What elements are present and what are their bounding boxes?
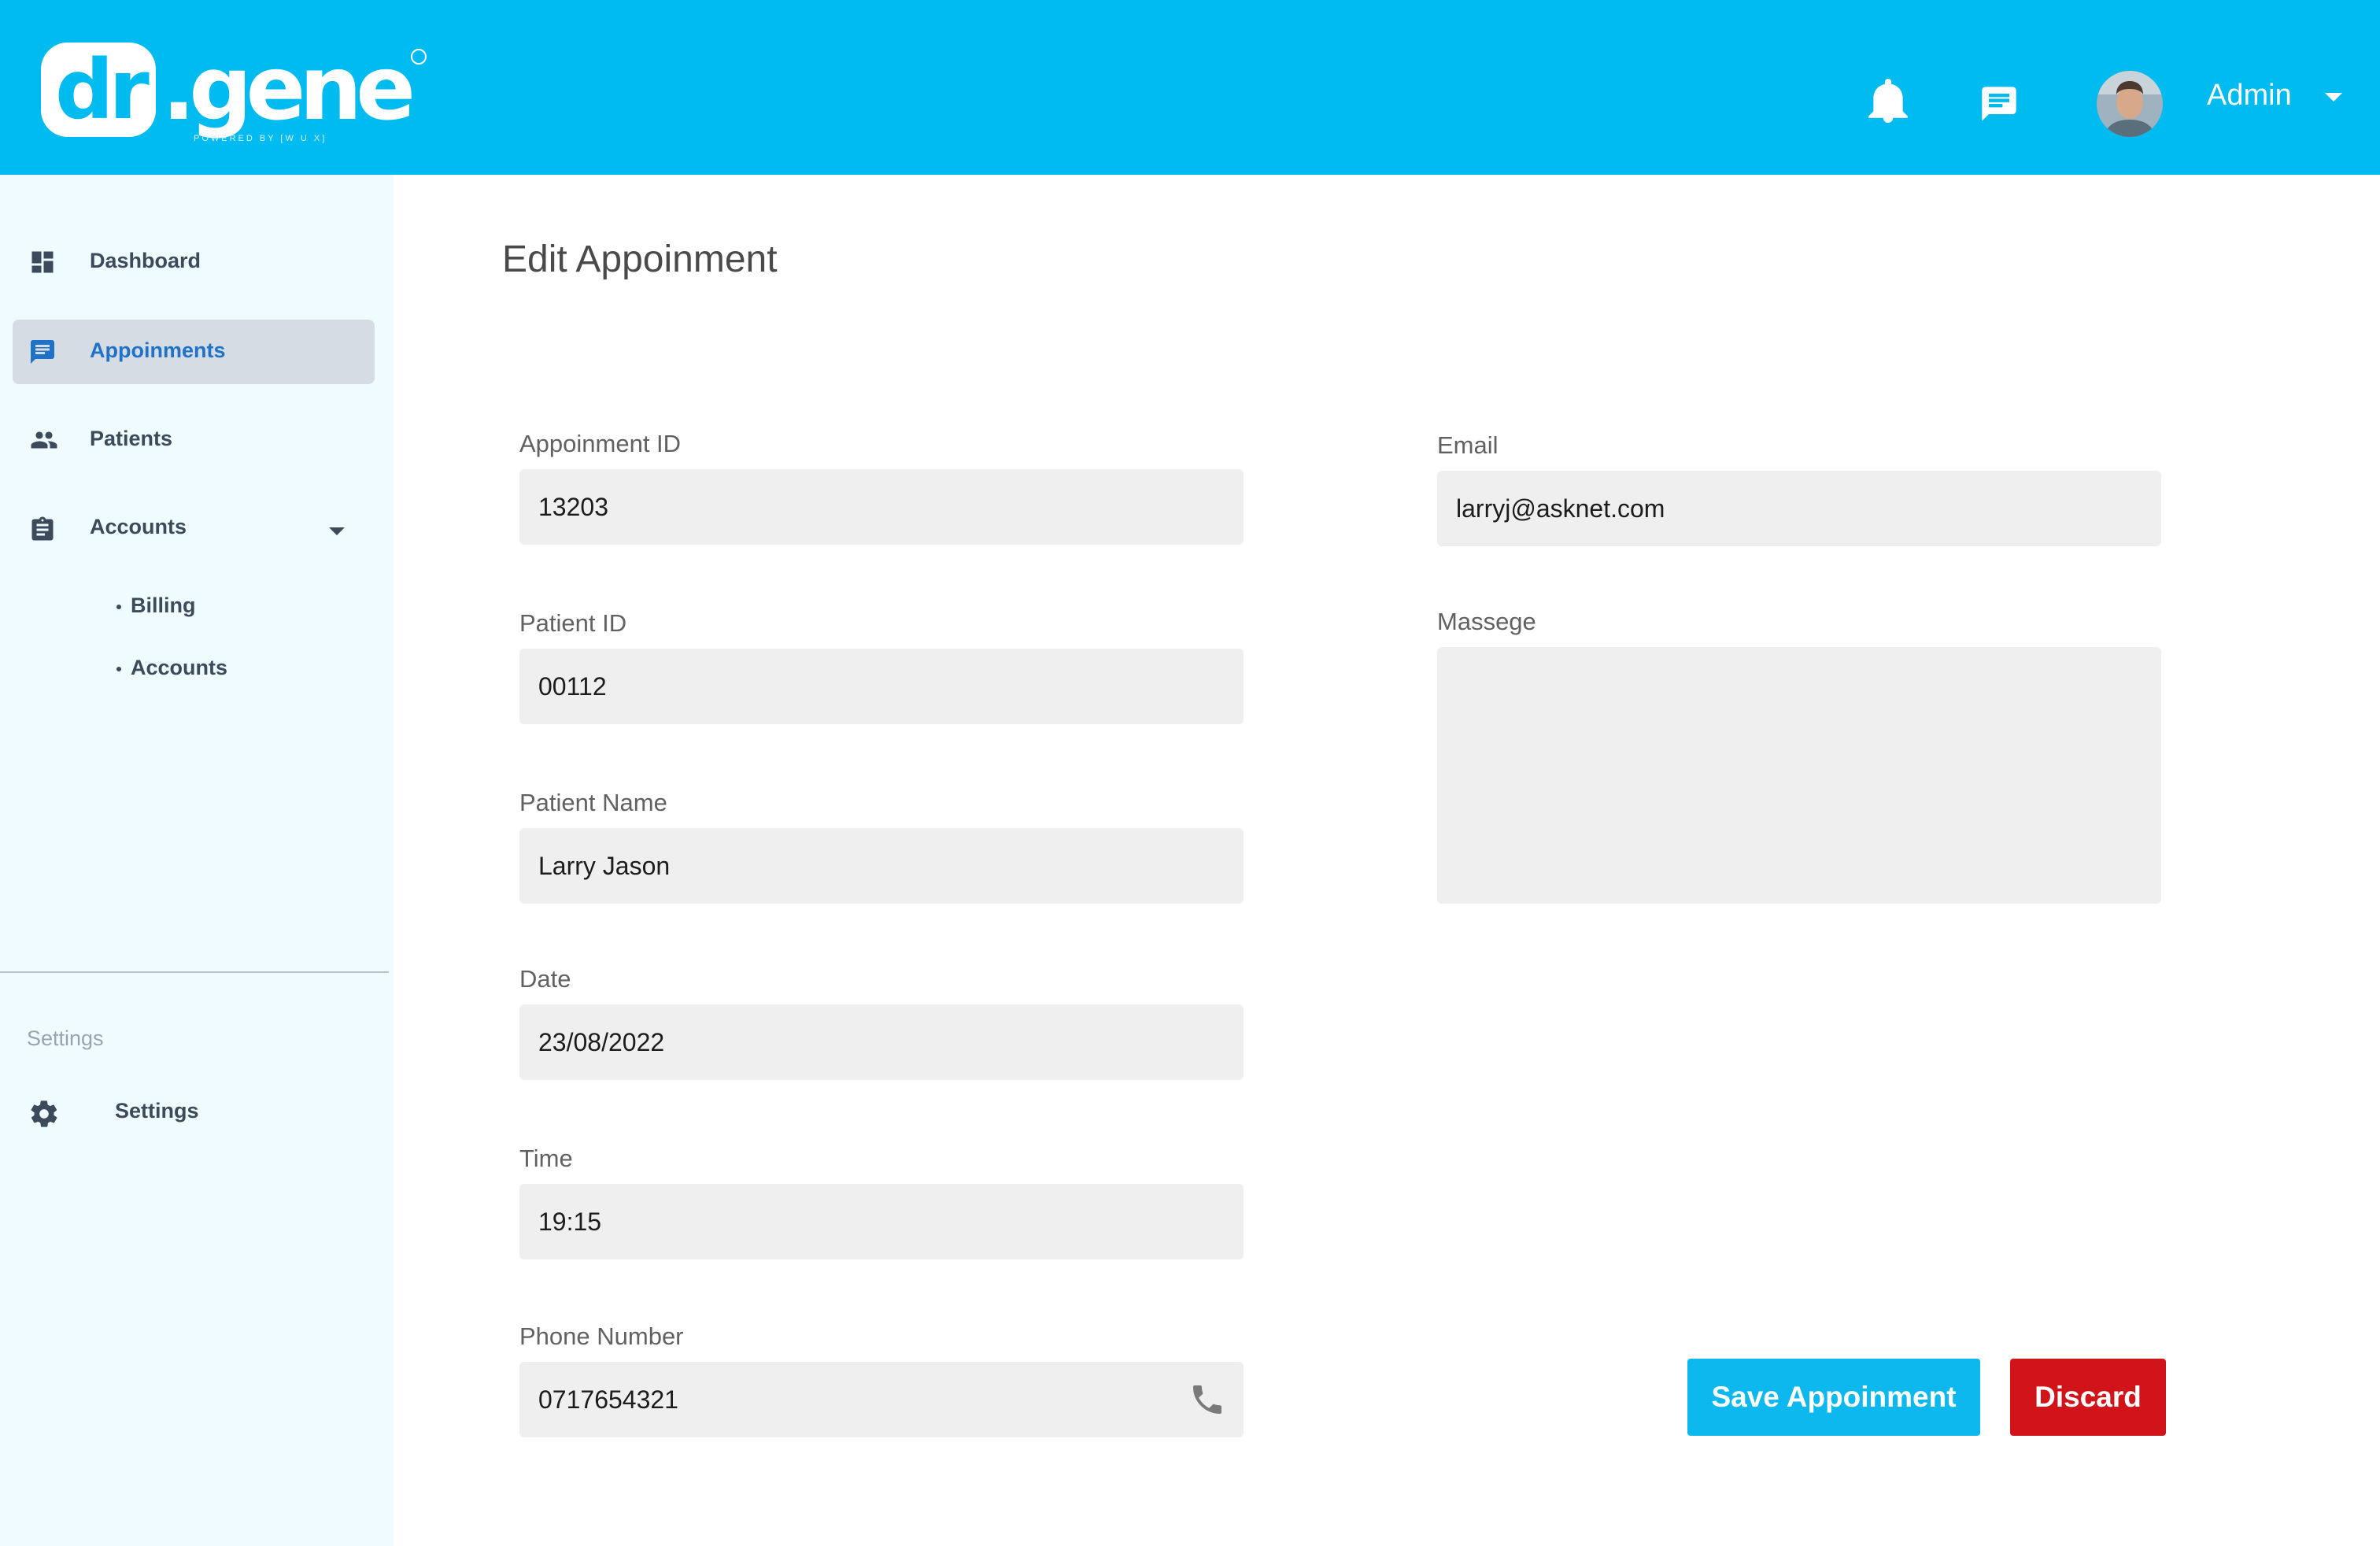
sidebar-subitem-label: Billing bbox=[131, 594, 196, 617]
phone-value: 0717654321 bbox=[538, 1385, 678, 1414]
sidebar-item-label: Accounts bbox=[90, 515, 187, 538]
sidebar-item-label: Dashboard bbox=[90, 249, 201, 272]
appointment-id-value: 13203 bbox=[538, 493, 608, 521]
dashboard-icon bbox=[28, 248, 57, 276]
gear-icon bbox=[28, 1098, 57, 1127]
chat-icon[interactable] bbox=[1979, 83, 2020, 128]
appointment-id-field[interactable]: 13203 bbox=[519, 469, 1244, 545]
sidebar-item-accounts[interactable]: Accounts bbox=[13, 496, 375, 560]
sidebar-divider bbox=[0, 971, 389, 973]
drgene-logo[interactable]: dr .gene POWERED BY [W U X] bbox=[41, 43, 427, 150]
sidebar-section-title: Settings bbox=[27, 1026, 104, 1050]
time-field[interactable]: 19:15 bbox=[519, 1184, 1244, 1259]
sidebar: Dashboard Appoinments Patients Accounts … bbox=[0, 175, 394, 1546]
email-value: larryj@asknet.com bbox=[1456, 494, 1665, 523]
time-value: 19:15 bbox=[538, 1208, 602, 1236]
date-field[interactable]: 23/08/2022 bbox=[519, 1004, 1244, 1080]
chat-icon bbox=[28, 338, 57, 366]
logo-text-gene: .gene bbox=[162, 43, 427, 135]
bullet-icon bbox=[116, 667, 121, 671]
chevron-down-icon[interactable] bbox=[329, 527, 345, 535]
patient-name-label: Patient Name bbox=[519, 789, 667, 816]
sidebar-item-dashboard[interactable]: Dashboard bbox=[13, 230, 375, 294]
trademark-icon bbox=[411, 49, 427, 65]
clipboard-icon bbox=[28, 514, 57, 542]
appointment-id-label: Appoinment ID bbox=[519, 430, 682, 457]
logo-text-dr: dr bbox=[55, 42, 150, 138]
phone-label: Phone Number bbox=[519, 1322, 684, 1350]
email-label: Email bbox=[1437, 431, 1499, 459]
avatar[interactable] bbox=[2097, 71, 2163, 137]
date-value: 23/08/2022 bbox=[538, 1028, 665, 1056]
date-label: Date bbox=[519, 965, 571, 993]
patient-name-field[interactable]: Larry Jason bbox=[519, 828, 1244, 904]
discard-button[interactable]: Discard bbox=[2010, 1359, 2166, 1436]
bell-icon[interactable] bbox=[1868, 79, 1908, 128]
people-icon bbox=[28, 426, 57, 454]
patient-id-value: 00112 bbox=[538, 672, 607, 701]
save-appointment-button[interactable]: Save Appoinment bbox=[1687, 1359, 1980, 1436]
sidebar-item-label: Settings bbox=[115, 1099, 199, 1123]
bullet-icon bbox=[116, 605, 121, 609]
sidebar-item-label: Patients bbox=[90, 427, 173, 450]
sidebar-item-label: Appoinments bbox=[90, 338, 226, 362]
phone-icon bbox=[1188, 1381, 1226, 1422]
top-header: dr .gene POWERED BY [W U X] Admin bbox=[0, 0, 2380, 175]
logo-gene-text: .gene bbox=[161, 38, 416, 140]
patient-id-field[interactable]: 00112 bbox=[519, 649, 1244, 724]
sidebar-item-patients[interactable]: Patients bbox=[13, 408, 375, 472]
message-label: Massege bbox=[1437, 608, 1536, 635]
sidebar-item-appointments[interactable]: Appoinments bbox=[13, 320, 375, 384]
time-label: Time bbox=[519, 1145, 573, 1172]
sidebar-subitem-label: Accounts bbox=[131, 656, 228, 679]
email-field[interactable]: larryj@asknet.com bbox=[1437, 471, 2161, 546]
patient-id-label: Patient ID bbox=[519, 609, 627, 637]
sidebar-item-settings[interactable]: Settings bbox=[13, 1080, 375, 1145]
patient-name-value: Larry Jason bbox=[538, 852, 671, 880]
page-title: Edit Appoinment bbox=[502, 239, 778, 280]
logo-tagline: POWERED BY [W U X] bbox=[194, 134, 327, 143]
sidebar-subitem-billing[interactable]: Billing bbox=[116, 594, 196, 618]
logo-dr-badge: dr bbox=[41, 43, 156, 137]
phone-field[interactable]: 0717654321 bbox=[519, 1362, 1244, 1437]
sidebar-subitem-accounts[interactable]: Accounts bbox=[116, 656, 228, 680]
user-name[interactable]: Admin bbox=[2207, 79, 2292, 113]
chevron-down-icon[interactable] bbox=[2325, 93, 2342, 102]
message-textarea[interactable] bbox=[1437, 647, 2161, 904]
